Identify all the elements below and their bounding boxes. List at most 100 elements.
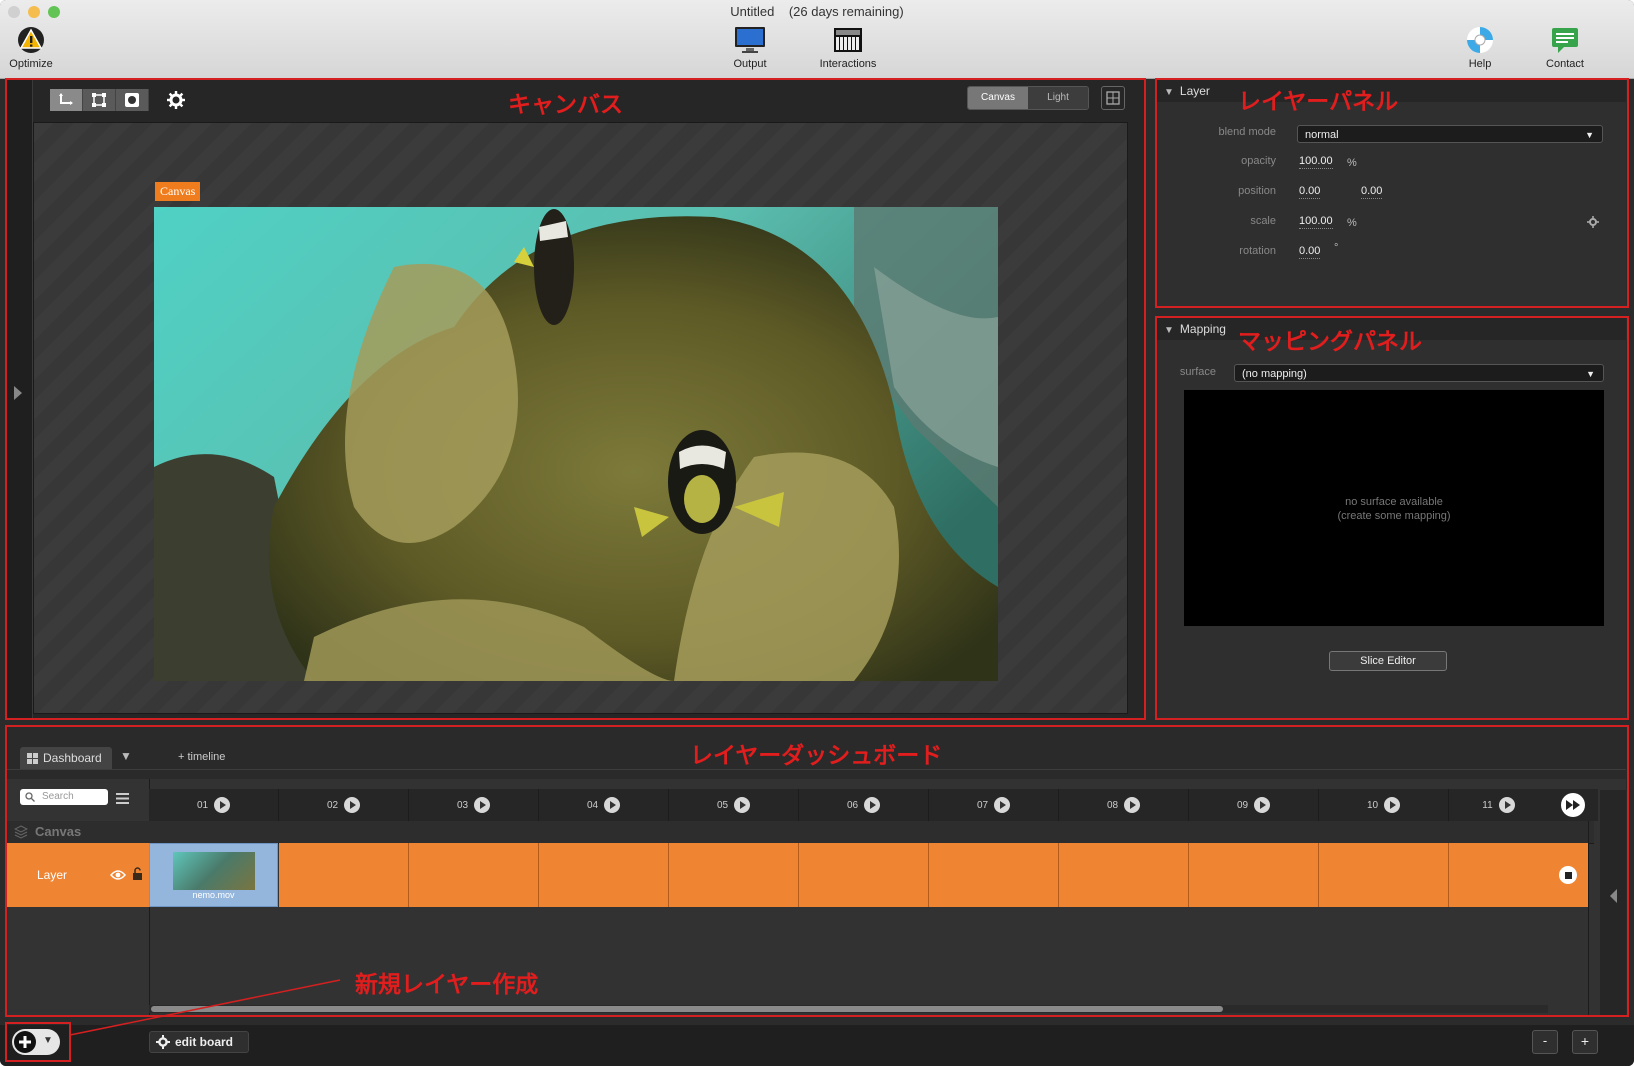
clip-cell[interactable] [1059, 843, 1189, 907]
fast-forward-icon [1561, 793, 1585, 817]
column-11[interactable]: 11 [1449, 789, 1549, 821]
opacity-field[interactable]: 100.00 [1299, 155, 1333, 169]
disclosure-triangle-icon: ▼ [1164, 87, 1174, 98]
mask-icon [125, 93, 139, 107]
next-column-button[interactable] [1548, 789, 1598, 821]
slice-editor-button[interactable]: Slice Editor [1329, 651, 1447, 671]
clip-cell[interactable] [929, 843, 1059, 907]
transform-tool-button[interactable] [83, 89, 116, 111]
play-icon[interactable] [474, 797, 491, 813]
scale-field[interactable]: 100.00 [1299, 215, 1333, 229]
zoom-in-button[interactable]: + [1572, 1030, 1598, 1054]
dashboard-tab[interactable]: Dashboard [20, 747, 112, 769]
play-icon[interactable] [1124, 797, 1141, 813]
column-02[interactable]: 02 [279, 789, 409, 821]
mapping-panel: ▼ Mapping surface (no mapping) ▼ no surfac… [1156, 318, 1626, 718]
clip-cell[interactable] [1189, 843, 1319, 907]
right-sidebar-toggle[interactable] [1600, 790, 1626, 1015]
left-sidebar-toggle[interactable] [6, 80, 33, 718]
play-icon[interactable] [864, 797, 881, 813]
gear-icon [156, 1035, 170, 1049]
column-08[interactable]: 08 [1059, 789, 1189, 821]
optimize-label: Optimize [9, 58, 53, 70]
layer-row-header[interactable]: Layer [6, 843, 149, 907]
eye-icon[interactable] [110, 870, 126, 880]
canvas-mode-tab[interactable]: Canvas [968, 87, 1028, 109]
play-icon[interactable] [1254, 797, 1271, 813]
surface-label: surface [1179, 366, 1216, 378]
play-icon[interactable] [1384, 797, 1401, 813]
horizontal-scrollbar-thumb[interactable] [151, 1006, 1223, 1012]
contact-button[interactable]: Contact [1538, 24, 1592, 70]
surface-select[interactable]: (no mapping) ▼ [1234, 364, 1604, 382]
column-label: 01 [196, 799, 209, 811]
horizontal-scrollbar-track[interactable] [149, 1005, 1548, 1013]
column-04[interactable]: 04 [539, 789, 669, 821]
column-05[interactable]: 05 [669, 789, 799, 821]
add-timeline-button[interactable]: + timeline [178, 751, 225, 763]
interactions-label: Interactions [819, 58, 877, 70]
canvas-group-row[interactable]: Canvas [6, 821, 1594, 844]
play-icon[interactable] [214, 797, 231, 813]
clip-cell[interactable] [539, 843, 669, 907]
interactions-button[interactable]: Interactions [812, 24, 884, 70]
play-icon[interactable] [344, 797, 361, 813]
canvas-light-toggle: Canvas Light [967, 86, 1089, 110]
list-menu-button[interactable] [116, 791, 129, 809]
scale-options-button[interactable] [1587, 215, 1599, 233]
mask-tool-button[interactable] [116, 89, 149, 111]
column-09[interactable]: 09 [1189, 789, 1319, 821]
clip-cell[interactable] [279, 843, 409, 907]
output-button[interactable]: Output [728, 24, 772, 70]
column-label: 06 [846, 799, 859, 811]
mapping-preview[interactable]: no surface available (create some mappin… [1184, 390, 1604, 626]
column-03[interactable]: 03 [409, 789, 539, 821]
column-label: 04 [586, 799, 599, 811]
column-label: 02 [326, 799, 339, 811]
column-10[interactable]: 10 [1319, 789, 1449, 821]
clip-cell[interactable] [409, 843, 539, 907]
position-y-field[interactable]: 0.00 [1361, 185, 1383, 199]
clip-name: nemo.mov [192, 890, 235, 900]
column-01[interactable]: 01 [149, 789, 279, 821]
canvas-settings-button[interactable] [165, 89, 187, 111]
new-layer-annotation: 新規レイヤー作成 [355, 972, 539, 998]
edit-board-label: edit board [175, 1035, 234, 1049]
clip-cell[interactable] [1449, 843, 1549, 907]
blend-mode-select[interactable]: normal ▼ [1297, 125, 1603, 143]
clip-cell[interactable] [669, 843, 799, 907]
column-07[interactable]: 07 [929, 789, 1059, 821]
play-icon[interactable] [604, 797, 621, 813]
edit-board-button[interactable]: edit board [149, 1031, 249, 1053]
play-icon[interactable] [1498, 797, 1515, 813]
dashboard-menu-button[interactable]: ▼ [120, 749, 132, 763]
position-x-field[interactable]: 0.00 [1299, 185, 1321, 199]
grid-toggle-button[interactable] [1101, 86, 1125, 110]
lock-icon[interactable] [132, 867, 143, 881]
optimize-button[interactable]: Optimize [6, 24, 56, 70]
canvas-tag: Canvas [155, 182, 201, 201]
light-mode-tab[interactable]: Light [1028, 87, 1088, 109]
title-bar: Untitled (26 days remaining) Optimize Ou… [0, 0, 1634, 79]
move-tool-button[interactable] [50, 89, 83, 111]
search-input[interactable]: Search [20, 789, 108, 805]
layer-stop-cell [1548, 843, 1589, 907]
play-icon[interactable] [734, 797, 751, 813]
optimize-icon [14, 24, 48, 56]
rotation-field[interactable]: 0.00 [1299, 245, 1321, 259]
video-preview[interactable] [154, 207, 998, 681]
clip-cell[interactable] [1319, 843, 1449, 907]
play-icon[interactable] [994, 797, 1011, 813]
clip-cell[interactable] [799, 843, 929, 907]
column-label: 09 [1236, 799, 1249, 811]
help-button[interactable]: Help [1462, 24, 1498, 70]
group-label: Canvas [35, 824, 82, 839]
layer-panel-annotation: レイヤーパネル [1238, 89, 1399, 115]
create-mapping-hint: (create some mapping) [1337, 510, 1451, 522]
clip-cell-selected[interactable]: nemo.mov [149, 843, 278, 907]
chevron-down-icon: ▼ [1585, 130, 1594, 140]
stop-icon[interactable] [1559, 866, 1577, 884]
new-layer-button[interactable]: ▼ [12, 1029, 60, 1055]
zoom-out-button[interactable]: - [1532, 1030, 1558, 1054]
column-06[interactable]: 06 [799, 789, 929, 821]
